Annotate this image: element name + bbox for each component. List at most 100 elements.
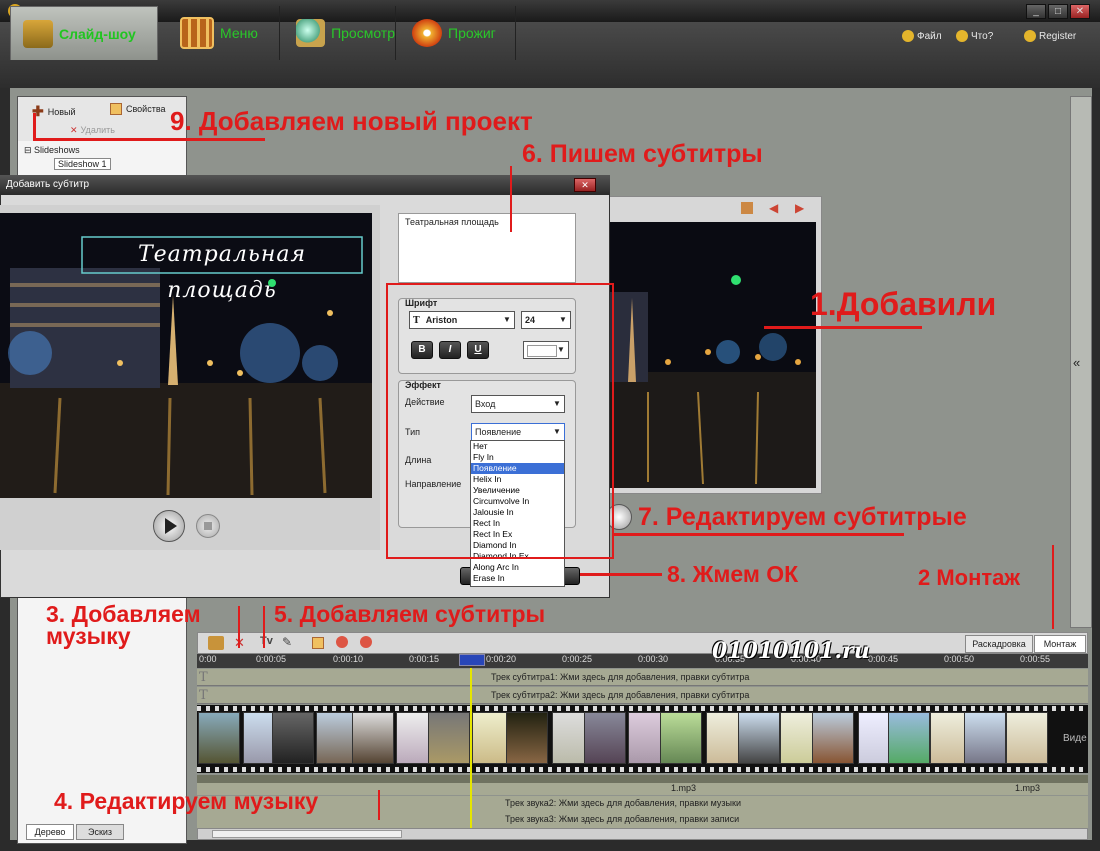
help-label: Что? <box>971 30 994 42</box>
thumbnail[interactable] <box>272 712 314 764</box>
tab-burn[interactable]: Прожиг <box>400 6 516 60</box>
register-label: Register <box>1039 30 1077 42</box>
subtitle-text-input[interactable]: Театральная площадь <box>398 213 576 283</box>
folder-icon <box>23 19 53 48</box>
properties-icon[interactable] <box>312 637 324 649</box>
thumbnail[interactable] <box>584 712 626 764</box>
file-link[interactable]: Файл <box>902 30 942 42</box>
tree-root[interactable]: ⊟ Slideshows <box>24 145 80 156</box>
thumbnail[interactable] <box>660 712 702 764</box>
tab-storyboard-label: Раскадровка <box>972 639 1026 649</box>
play-button[interactable] <box>153 510 185 542</box>
annotation-arrow <box>1052 545 1054 629</box>
maximize-button[interactable]: □ <box>1048 4 1068 19</box>
thumbnail[interactable] <box>428 712 470 764</box>
annotation-arrow <box>764 326 922 329</box>
subtitle-track-1-label: Трек субтитра1: Жми здесь для добавления… <box>491 672 750 682</box>
annotation-6: 6. Пишем субтитры <box>522 140 763 168</box>
text-track-icon: T <box>199 670 208 685</box>
properties-label: Свойства <box>126 104 166 114</box>
tab-storyboard[interactable]: Раскадровка <box>965 635 1033 653</box>
help-link[interactable]: Что? <box>956 30 993 42</box>
audio-track-2[interactable]: Трек звука2: Жми здесь для добавления, п… <box>197 796 1088 812</box>
scrollbar-thumb[interactable] <box>212 830 402 838</box>
tree-root-label: Slideshows <box>34 145 80 155</box>
dropdown-option[interactable]: Along Arc In <box>471 562 564 573</box>
ruler-tick: 0:00:10 <box>333 654 364 664</box>
tab-preview[interactable]: Просмотр <box>284 6 396 60</box>
collapse-chevrons-icon: « <box>1073 355 1081 370</box>
list-icon[interactable] <box>741 202 753 214</box>
audio-waveform <box>197 775 1088 783</box>
tab-menu[interactable]: Меню <box>168 6 280 60</box>
tab-timeline[interactable]: Монтаж <box>1034 635 1086 653</box>
add-subtitle-icon[interactable]: Tv <box>260 635 273 647</box>
tab-label: Прожиг <box>448 25 496 41</box>
playhead-handle[interactable] <box>459 654 485 666</box>
annotation-3-cont: музыку <box>46 623 131 649</box>
tree-item-slideshow[interactable]: Slideshow 1 <box>54 158 111 170</box>
minimize-button[interactable]: _ <box>1026 4 1046 19</box>
annotation-9: 9. Добавляем новый проект <box>170 106 533 136</box>
annotation-8: 8. Жмем ОК <box>667 561 799 587</box>
subtitle-track-2-label: Трек субтитра2: Жми здесь для добавления… <box>491 690 750 700</box>
tab-thumbnail[interactable]: Эскиз <box>76 824 124 840</box>
thumbnail[interactable] <box>812 712 854 764</box>
playhead-line <box>470 668 472 828</box>
audio-track-1[interactable]: 1.mp3 1.mp3 <box>197 775 1088 795</box>
annotation-7: 7. Редактируем субтитрые <box>638 503 967 531</box>
ruler-tick: 0:00:20 <box>486 654 517 664</box>
tab-tree-label: Дерево <box>34 827 66 837</box>
ruler-tick: 0:00:15 <box>409 654 440 664</box>
collapse-panel-bar[interactable]: « <box>1070 96 1092 628</box>
properties-button[interactable]: Свойства <box>110 103 166 115</box>
dialog-close-button[interactable]: ✕ <box>574 178 596 192</box>
thumbnail[interactable] <box>352 712 394 764</box>
prev-arrow-icon[interactable]: ◀ <box>769 201 778 215</box>
register-link[interactable]: Register <box>1024 30 1076 42</box>
window-titlebar <box>0 0 1100 22</box>
ruler-tick: 0:00:50 <box>944 654 975 664</box>
magnifier-icon <box>296 19 326 47</box>
zoom-out-icon[interactable] <box>336 636 348 648</box>
tree-item-label: Slideshow 1 <box>58 159 107 169</box>
tab-tree[interactable]: Дерево <box>26 824 74 840</box>
tab-label: Меню <box>220 25 258 41</box>
thumbnail[interactable] <box>964 712 1006 764</box>
subtitle-track-2[interactable]: T Трек субтитра2: Жми здесь для добавлен… <box>197 687 1088 704</box>
edit-icon[interactable]: ✎ <box>282 635 292 649</box>
dropdown-option[interactable]: Erase In <box>471 573 564 584</box>
ruler-tick: 0:00:55 <box>1020 654 1051 664</box>
film-perforation-top <box>197 706 1088 711</box>
annotation-arrow <box>510 166 512 232</box>
subtitle-track-1[interactable]: T Трек субтитра1: Жми здесь для добавлен… <box>197 669 1088 686</box>
thumbnail[interactable] <box>198 712 240 764</box>
tab-slideshow[interactable]: Слайд-шоу <box>10 6 158 60</box>
thumbnail[interactable] <box>738 712 780 764</box>
new-project-button[interactable]: ✚ Новый <box>32 103 76 120</box>
audio-track-3-label: Трек звука3: Жми здесь для добавления, п… <box>505 814 740 824</box>
close-button[interactable]: ✕ <box>1070 4 1090 19</box>
ruler-tick: 0:00 <box>199 654 217 664</box>
delete-button[interactable]: ✕ Удалить <box>70 125 115 136</box>
annotation-underline <box>33 138 265 141</box>
new-label: Новый <box>47 106 76 117</box>
thumbnail[interactable] <box>1006 712 1048 764</box>
next-arrow-icon[interactable]: ▶ <box>795 201 804 215</box>
thumbnail[interactable] <box>506 712 548 764</box>
zoom-in-icon[interactable] <box>360 636 372 648</box>
ruler-tick: 0:00:30 <box>638 654 669 664</box>
ruler-tick: 0:00:45 <box>868 654 899 664</box>
add-photo-icon[interactable] <box>208 636 224 650</box>
properties-icon <box>110 103 122 115</box>
timeline-scrollbar[interactable] <box>197 828 1088 840</box>
key-icon <box>1024 30 1036 42</box>
audio-track-3[interactable]: Трек звука3: Жми здесь для добавления, п… <box>197 812 1088 828</box>
file-label: Файл <box>917 30 942 42</box>
annotation-arrow <box>263 606 265 648</box>
thumbnail[interactable] <box>888 712 930 764</box>
audio-clip-label: 1.mp3 <box>1015 783 1041 793</box>
annotation-arrow <box>580 573 662 576</box>
annotation-1: 1.Добавили <box>810 286 997 322</box>
stop-button[interactable] <box>196 514 220 538</box>
